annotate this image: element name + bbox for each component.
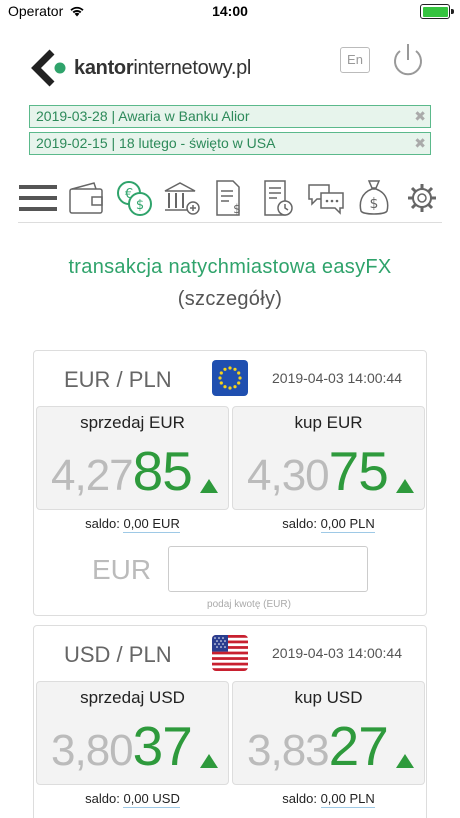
bank-icon — [164, 182, 200, 215]
amount-currency: EUR — [92, 554, 152, 585]
trend-up-icon — [396, 479, 414, 493]
page-title: transakcja natychmiastowa easyFX — [68, 256, 392, 278]
power-icon — [394, 44, 422, 76]
chat-button[interactable] — [306, 178, 346, 218]
logo[interactable]: kantorinternetowy.pl — [30, 48, 251, 88]
rate-label: sprzedaj EUR — [80, 413, 185, 432]
language-button[interactable]: En — [340, 47, 370, 73]
close-icon[interactable]: ✖ — [414, 133, 426, 154]
rate-timestamp: 2019-04-03 14:00:44 — [272, 645, 402, 661]
menu-button[interactable] — [18, 178, 58, 218]
buy-balance: saldo: 0,00 PLN — [282, 516, 375, 533]
news-text: 2019-02-15 | 18 lutego - święto w USA — [36, 135, 276, 151]
svg-text:€: € — [125, 187, 133, 202]
rate-label: sprzedaj USD — [80, 688, 185, 707]
currency-card-eur: EUR / PLN 2019-04-03 14:00:44 sprzedaj E… — [33, 350, 427, 616]
buy-balance: saldo: 0,00 PLN — [282, 791, 375, 808]
logout-button[interactable] — [390, 42, 426, 80]
currency-exchange-icon: € $ — [117, 181, 152, 216]
logo-chevron-icon — [31, 49, 66, 87]
status-bar: Operator 14:00 — [0, 0, 460, 24]
currency-pair: USD / PLN — [64, 642, 172, 667]
sell-rate-button[interactable]: sprzedaj EUR 4,27 85 — [36, 406, 229, 510]
close-icon[interactable]: ✖ — [414, 106, 426, 127]
bank-button[interactable] — [162, 178, 202, 218]
buy-rate-button[interactable]: kup EUR 4,30 75 — [232, 406, 425, 510]
history-button[interactable] — [258, 178, 298, 218]
news-item[interactable]: 2019-03-28 | Awaria w Banku Alior ✖ — [29, 105, 431, 128]
rate-value: 3,83 27 — [247, 715, 389, 777]
sell-balance: saldo: 0,00 EUR — [85, 516, 180, 533]
divider — [18, 222, 442, 223]
rate-value: 3,80 37 — [51, 715, 193, 777]
clock: 14:00 — [212, 3, 248, 19]
eu-flag-icon — [212, 360, 248, 396]
invoice-icon: $ — [216, 180, 241, 216]
news-text: 2019-03-28 | Awaria w Banku Alior — [36, 108, 250, 124]
news-item[interactable]: 2019-02-15 | 18 lutego - święto w USA ✖ — [29, 132, 431, 155]
sell-rate-button[interactable]: sprzedaj USD 3,80 37 — [36, 681, 229, 785]
menu-icon — [19, 185, 57, 211]
wallet-button[interactable] — [66, 178, 106, 218]
buy-rate-button[interactable]: kup USD 3,83 27 — [232, 681, 425, 785]
header: kantorinternetowy.pl En — [0, 40, 460, 100]
settings-icon — [408, 184, 436, 212]
us-flag-icon — [212, 635, 248, 671]
currency-card-usd: USD / PLN 2019-04-03 14:00:44 sprzedaj U… — [33, 625, 427, 818]
svg-text:$: $ — [136, 198, 144, 213]
main-toolbar: € $ $ $ — [18, 176, 442, 220]
history-icon — [264, 180, 293, 216]
svg-text:$: $ — [370, 196, 379, 212]
page-subtitle[interactable]: (szczegóły) — [0, 288, 460, 311]
rate-label: kup USD — [294, 688, 363, 707]
settings-button[interactable] — [402, 178, 442, 218]
rate-label: kup EUR — [294, 413, 363, 432]
savings-button[interactable]: $ — [354, 178, 394, 218]
trend-up-icon — [200, 754, 218, 768]
invoice-button[interactable]: $ — [210, 178, 250, 218]
wallet-icon — [69, 182, 103, 214]
amount-input[interactable] — [168, 546, 368, 592]
trend-up-icon — [200, 479, 218, 493]
exchange-button[interactable]: € $ — [114, 178, 154, 218]
trend-up-icon — [396, 754, 414, 768]
svg-text:$: $ — [233, 202, 241, 216]
rate-timestamp: 2019-04-03 14:00:44 — [272, 370, 402, 386]
battery-icon — [420, 4, 454, 19]
rate-value: 4,30 75 — [247, 440, 389, 502]
amount-hint: podaj kwotę (EUR) — [207, 599, 291, 610]
rate-value: 4,27 85 — [51, 440, 193, 502]
chat-icon — [308, 184, 344, 215]
money-bag-icon: $ — [359, 180, 389, 215]
currency-pair: EUR / PLN — [64, 367, 172, 392]
logo-text: kantorinternetowy.pl — [74, 56, 252, 79]
sell-balance: saldo: 0,00 USD — [85, 791, 180, 808]
